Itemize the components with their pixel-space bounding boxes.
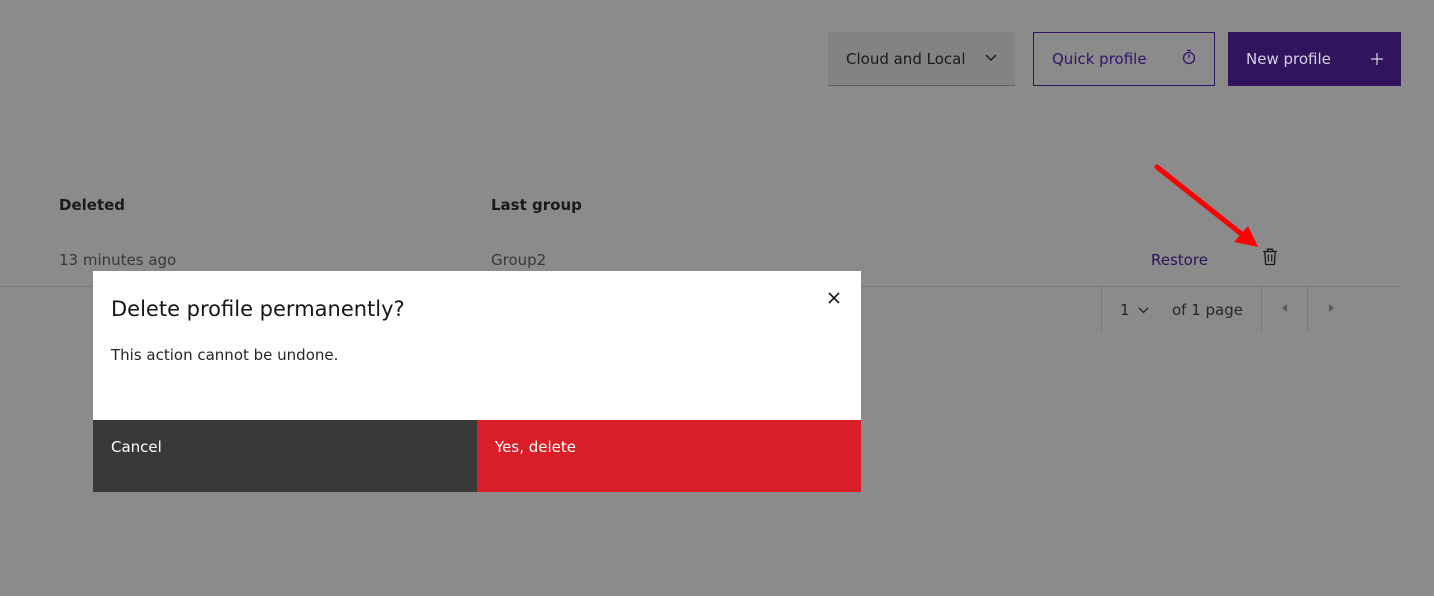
pagination: 1 of 1 page — [1101, 287, 1353, 332]
cell-deleted-time: 13 minutes ago — [59, 251, 177, 269]
page-count-label: of 1 page — [1172, 300, 1244, 319]
storage-dropdown[interactable]: Cloud and Local — [828, 32, 1015, 86]
modal-body: This action cannot be undone. — [111, 346, 339, 364]
new-profile-label: New profile — [1246, 50, 1331, 68]
quick-profile-label: Quick profile — [1052, 50, 1147, 68]
next-page-button[interactable] — [1308, 287, 1353, 332]
page-select[interactable]: 1 — [1102, 287, 1157, 332]
caret-right-icon — [1328, 304, 1334, 315]
caret-left-icon — [1281, 304, 1288, 315]
cancel-button[interactable]: Cancel — [93, 420, 477, 492]
close-icon[interactable] — [825, 289, 843, 307]
modal-title: Delete profile permanently? — [111, 297, 405, 321]
stopwatch-icon — [1182, 49, 1196, 69]
delete-confirm-modal: Delete profile permanently? This action … — [93, 271, 861, 492]
toolbar: Cloud and Local Quick profile New profil… — [828, 32, 1401, 86]
column-header-last-group: Last group — [491, 196, 582, 214]
modal-footer: Cancel Yes, delete — [93, 420, 861, 492]
plus-icon — [1371, 49, 1383, 70]
prev-page-button[interactable] — [1262, 287, 1307, 332]
column-header-deleted: Deleted — [59, 196, 126, 214]
annotation-arrow — [1154, 164, 1258, 247]
confirm-delete-button[interactable]: Yes, delete — [477, 420, 861, 492]
chevron-down-icon — [1138, 303, 1149, 317]
new-profile-button[interactable]: New profile — [1228, 32, 1401, 86]
page-number: 1 — [1120, 300, 1130, 319]
cell-last-group: Group2 — [491, 251, 547, 269]
quick-profile-button[interactable]: Quick profile — [1033, 32, 1215, 86]
storage-dropdown-label: Cloud and Local — [846, 49, 966, 68]
chevron-down-icon — [985, 51, 997, 66]
